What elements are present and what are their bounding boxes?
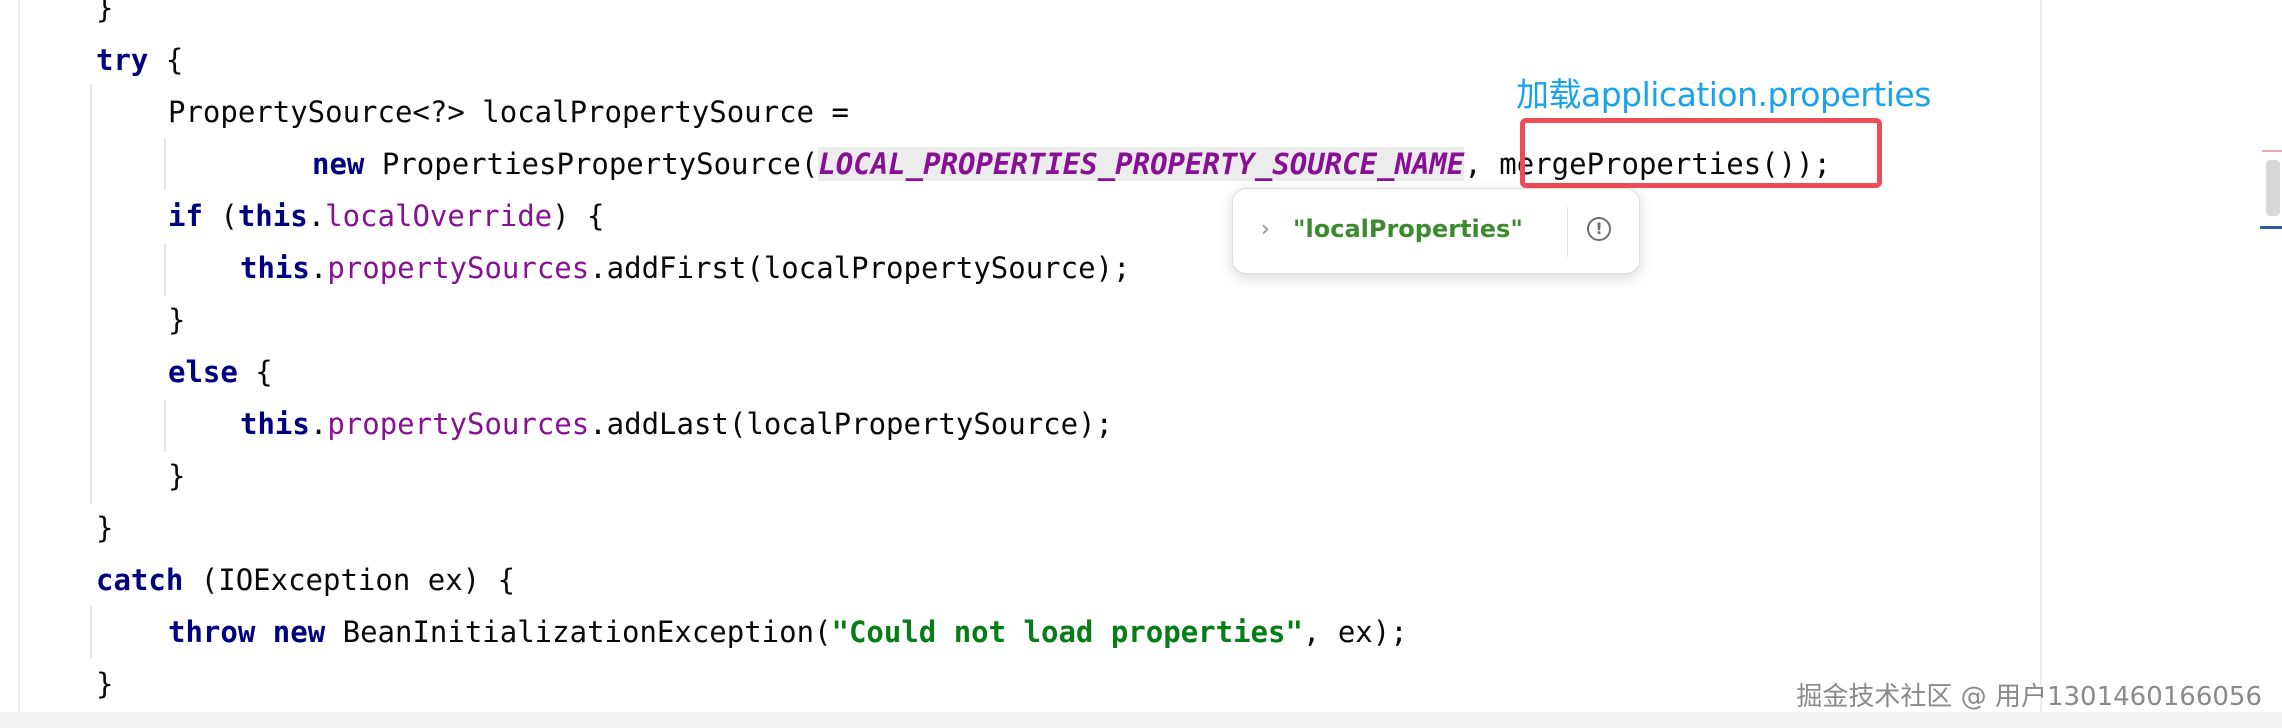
keyword-token: this xyxy=(240,251,310,285)
field-token: propertySources xyxy=(327,407,590,441)
code-text: } xyxy=(96,511,114,545)
chevron-right-icon[interactable]: › xyxy=(1261,217,1270,242)
code-line[interactable]: else { xyxy=(168,346,273,398)
code-line[interactable]: if (this.localOverride) { xyxy=(168,190,605,242)
keyword-token: this xyxy=(237,199,308,233)
keyword-token: if xyxy=(168,199,203,233)
keyword-token: new xyxy=(272,615,326,649)
code-line[interactable]: catch (IOException ex) { xyxy=(96,554,515,606)
indent-guide xyxy=(90,606,92,658)
scrollbar-thumb[interactable] xyxy=(2266,160,2280,216)
code-text: } xyxy=(168,459,186,493)
indent-guide xyxy=(164,244,166,296)
code-text: ( xyxy=(202,199,238,233)
keyword-token: new xyxy=(312,147,365,181)
status-bar xyxy=(0,712,2282,728)
code-line[interactable]: PropertySource<?> localPropertySource = xyxy=(168,86,849,138)
keyword-token: this xyxy=(240,407,310,441)
code-text: } xyxy=(168,303,186,337)
code-line[interactable]: this.propertySources.addFirst(localPrope… xyxy=(240,242,1130,294)
highlight-box xyxy=(1520,118,1882,188)
code-line[interactable]: } xyxy=(96,658,113,710)
code-line[interactable]: } xyxy=(96,502,113,554)
code-text: } xyxy=(96,667,114,701)
code-text: .addFirst(localPropertySource); xyxy=(589,251,1131,285)
tooltip-divider xyxy=(1567,207,1568,257)
code-line[interactable]: throw new BeanInitializationException("C… xyxy=(168,606,1408,658)
code-text: . xyxy=(307,199,326,233)
code-text: PropertySource<?> localPropertySource = xyxy=(168,95,849,129)
code-text: { xyxy=(148,43,184,77)
right-margin-guide xyxy=(2040,0,2042,712)
code-text: } xyxy=(96,0,114,25)
keyword-token: try xyxy=(96,43,149,77)
indent-guide xyxy=(164,138,166,190)
scrollbar-marker-error xyxy=(2262,150,2282,152)
field-token: localOverride xyxy=(325,199,553,233)
indent-guide xyxy=(90,84,92,504)
code-line[interactable]: } xyxy=(168,450,185,502)
code-text: .addLast(localPropertySource); xyxy=(589,407,1114,441)
code-line[interactable]: try { xyxy=(96,34,183,86)
keyword-token: throw xyxy=(168,615,256,649)
code-text: ) { xyxy=(552,199,605,233)
annotation-label: 加载application.properties xyxy=(1516,75,1931,114)
tooltip-value: "localProperties" xyxy=(1293,215,1523,243)
code-line[interactable]: } xyxy=(168,294,185,346)
info-icon[interactable]: ! xyxy=(1587,217,1611,241)
keyword-token: catch xyxy=(96,563,184,597)
code-text: , ex); xyxy=(1302,615,1408,649)
code-text: (IOException ex) { xyxy=(183,563,516,597)
code-text: . xyxy=(309,251,328,285)
gutter-divider xyxy=(18,0,20,712)
code-text: BeanInitializationException( xyxy=(325,615,832,649)
string-token: "Could not load properties" xyxy=(831,615,1303,649)
scrollbar-marker-caret xyxy=(2260,226,2282,229)
code-text: . xyxy=(309,407,328,441)
constant-token: LOCAL_PROPERTIES_PROPERTY_SOURCE_NAME xyxy=(818,147,1465,181)
inline-value-tooltip[interactable]: › "localProperties" ! xyxy=(1232,188,1640,274)
indent-guide xyxy=(164,400,166,452)
code-line[interactable]: this.propertySources.addLast(localProper… xyxy=(240,398,1113,450)
keyword-token: else xyxy=(168,355,238,389)
code-text: PropertiesPropertySource( xyxy=(364,147,819,181)
code-text: { xyxy=(237,355,273,389)
watermark: 掘金技术社区 @ 用户1301460166056 xyxy=(1796,682,2262,712)
code-editor[interactable]: } try { PropertySource<?> localPropertyS… xyxy=(0,0,2282,712)
code-line[interactable]: } xyxy=(96,0,113,34)
field-token: propertySources xyxy=(327,251,590,285)
